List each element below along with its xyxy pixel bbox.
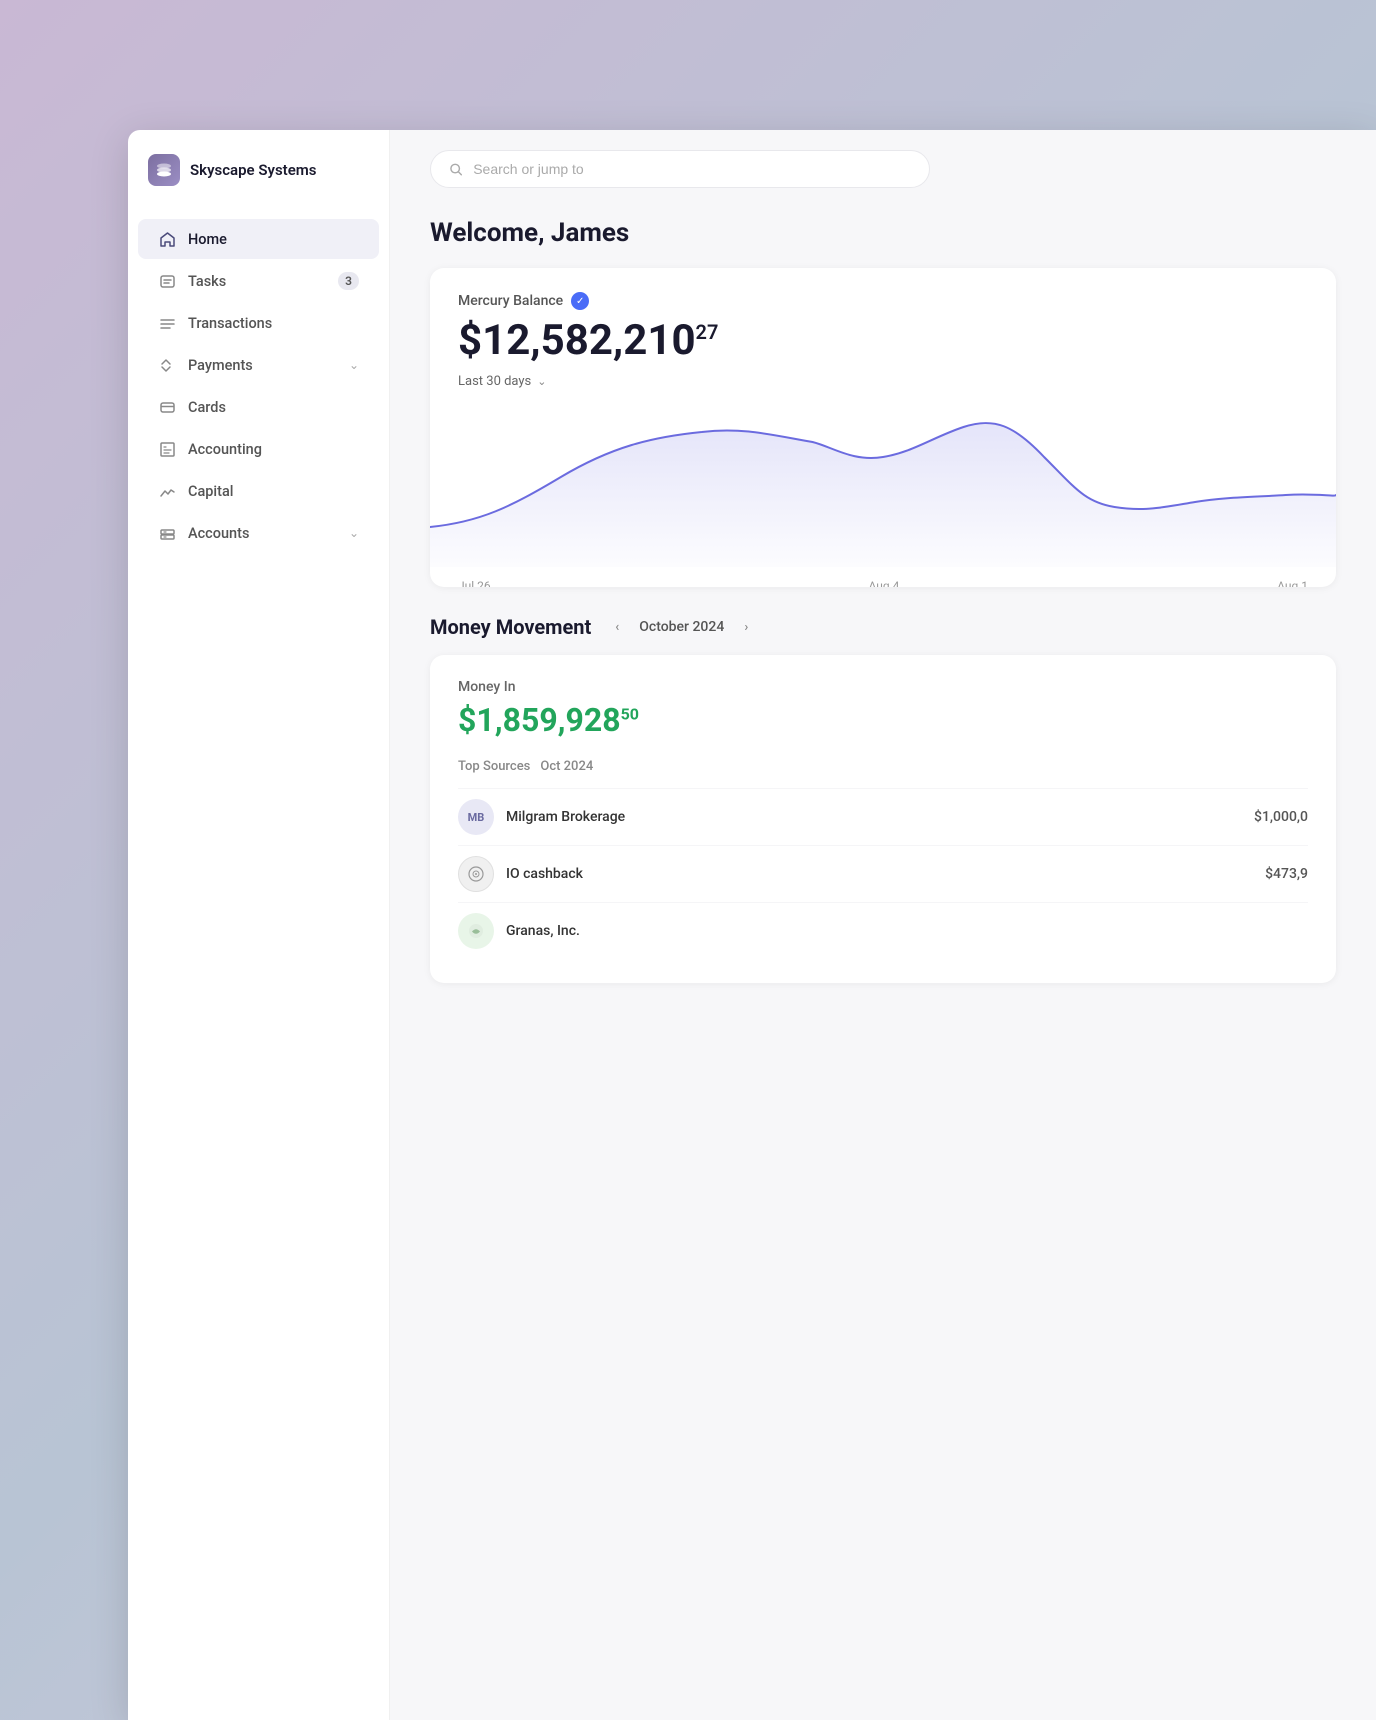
- sidebar-item-home-label: Home: [188, 231, 227, 248]
- sidebar-item-tasks[interactable]: Tasks 3: [138, 261, 379, 301]
- balance-card: Mercury Balance ✓ $12,582,21027 Last 30 …: [430, 268, 1336, 587]
- source-item-granas[interactable]: Granas, Inc.: [458, 902, 1308, 959]
- source-avatar-mb: MB: [458, 799, 494, 835]
- payments-icon: [158, 356, 176, 374]
- source-name-granas: Granas, Inc.: [506, 923, 1296, 939]
- source-item-io[interactable]: IO cashback $473,9: [458, 845, 1308, 902]
- source-amount-io: $473,9: [1265, 866, 1308, 882]
- sidebar-logo: Skyscape Systems: [128, 154, 389, 218]
- sidebar-item-accounting-label: Accounting: [188, 441, 262, 458]
- money-in-card: Money In $1,859,92850 Top Sources Oct 20…: [430, 655, 1336, 983]
- home-icon: [158, 230, 176, 248]
- accounts-icon: [158, 524, 176, 542]
- logo-icon: [148, 154, 180, 186]
- sidebar-item-cards-label: Cards: [188, 399, 226, 416]
- search-input[interactable]: [473, 161, 911, 177]
- source-avatar-gr: [458, 913, 494, 949]
- next-month-button[interactable]: ›: [734, 615, 758, 639]
- balance-period[interactable]: Last 30 days ⌄: [458, 374, 1308, 389]
- source-name-io: IO cashback: [506, 866, 1253, 882]
- sidebar-item-payments-label: Payments: [188, 357, 253, 374]
- gr-icon: [467, 922, 485, 940]
- sidebar-item-accounting[interactable]: Accounting: [138, 429, 379, 469]
- sidebar-item-cards[interactable]: Cards: [138, 387, 379, 427]
- sidebar-item-capital-label: Capital: [188, 483, 233, 500]
- sidebar-item-accounts[interactable]: Accounts ⌄: [138, 513, 379, 553]
- sidebar: Skyscape Systems Home Tasks 3: [128, 130, 390, 1720]
- money-movement-title: Money Movement: [430, 615, 591, 639]
- sidebar-item-transactions-label: Transactions: [188, 315, 272, 332]
- accounts-chevron: ⌄: [349, 526, 359, 540]
- sidebar-item-payments[interactable]: Payments ⌄: [138, 345, 379, 385]
- cards-icon: [158, 398, 176, 416]
- balance-amount: $12,582,21027: [458, 318, 1308, 364]
- chart-labels: Jul 26 Aug 4 Aug 1: [430, 571, 1336, 587]
- month-nav: ‹ October 2024 ›: [605, 615, 758, 639]
- company-name: Skyscape Systems: [190, 161, 317, 179]
- current-month: October 2024: [639, 619, 724, 635]
- tasks-badge: 3: [338, 272, 359, 290]
- source-name-milgram: Milgram Brokerage: [506, 809, 1242, 825]
- source-amount-milgram: $1,000,0: [1254, 809, 1308, 825]
- shield-verified-icon: ✓: [571, 292, 589, 310]
- search-icon: [449, 162, 463, 177]
- transactions-icon: [158, 314, 176, 332]
- source-avatar-io: [458, 856, 494, 892]
- payments-chevron: ⌄: [349, 358, 359, 372]
- prev-month-button[interactable]: ‹: [605, 615, 629, 639]
- sidebar-item-capital[interactable]: Capital: [138, 471, 379, 511]
- io-icon: [467, 865, 485, 883]
- source-item-milgram[interactable]: MB Milgram Brokerage $1,000,0: [458, 788, 1308, 845]
- sidebar-item-tasks-label: Tasks: [188, 273, 226, 290]
- content-area: Welcome, James Mercury Balance ✓ $12,582…: [390, 208, 1376, 1023]
- balance-chart: Jul 26 Aug 4 Aug 1: [430, 407, 1336, 587]
- sidebar-item-transactions[interactable]: Transactions: [138, 303, 379, 343]
- sidebar-item-accounts-label: Accounts: [188, 525, 249, 542]
- top-sources-header: Top Sources Oct 2024: [458, 759, 1308, 774]
- search-wrapper[interactable]: [430, 150, 930, 188]
- page-title: Welcome, James: [430, 218, 1336, 248]
- money-in-amount: $1,859,92850: [458, 701, 1308, 739]
- search-bar: [390, 130, 1376, 208]
- tasks-icon: [158, 272, 176, 290]
- money-in-label: Money In: [458, 679, 1308, 695]
- sidebar-item-home[interactable]: Home: [138, 219, 379, 259]
- accounting-icon: [158, 440, 176, 458]
- period-chevron-icon: ⌄: [537, 375, 546, 388]
- money-movement-header: Money Movement ‹ October 2024 ›: [430, 615, 1336, 639]
- capital-icon: [158, 482, 176, 500]
- balance-label: Mercury Balance ✓: [458, 292, 1308, 310]
- main-content: Welcome, James Mercury Balance ✓ $12,582…: [390, 130, 1376, 1720]
